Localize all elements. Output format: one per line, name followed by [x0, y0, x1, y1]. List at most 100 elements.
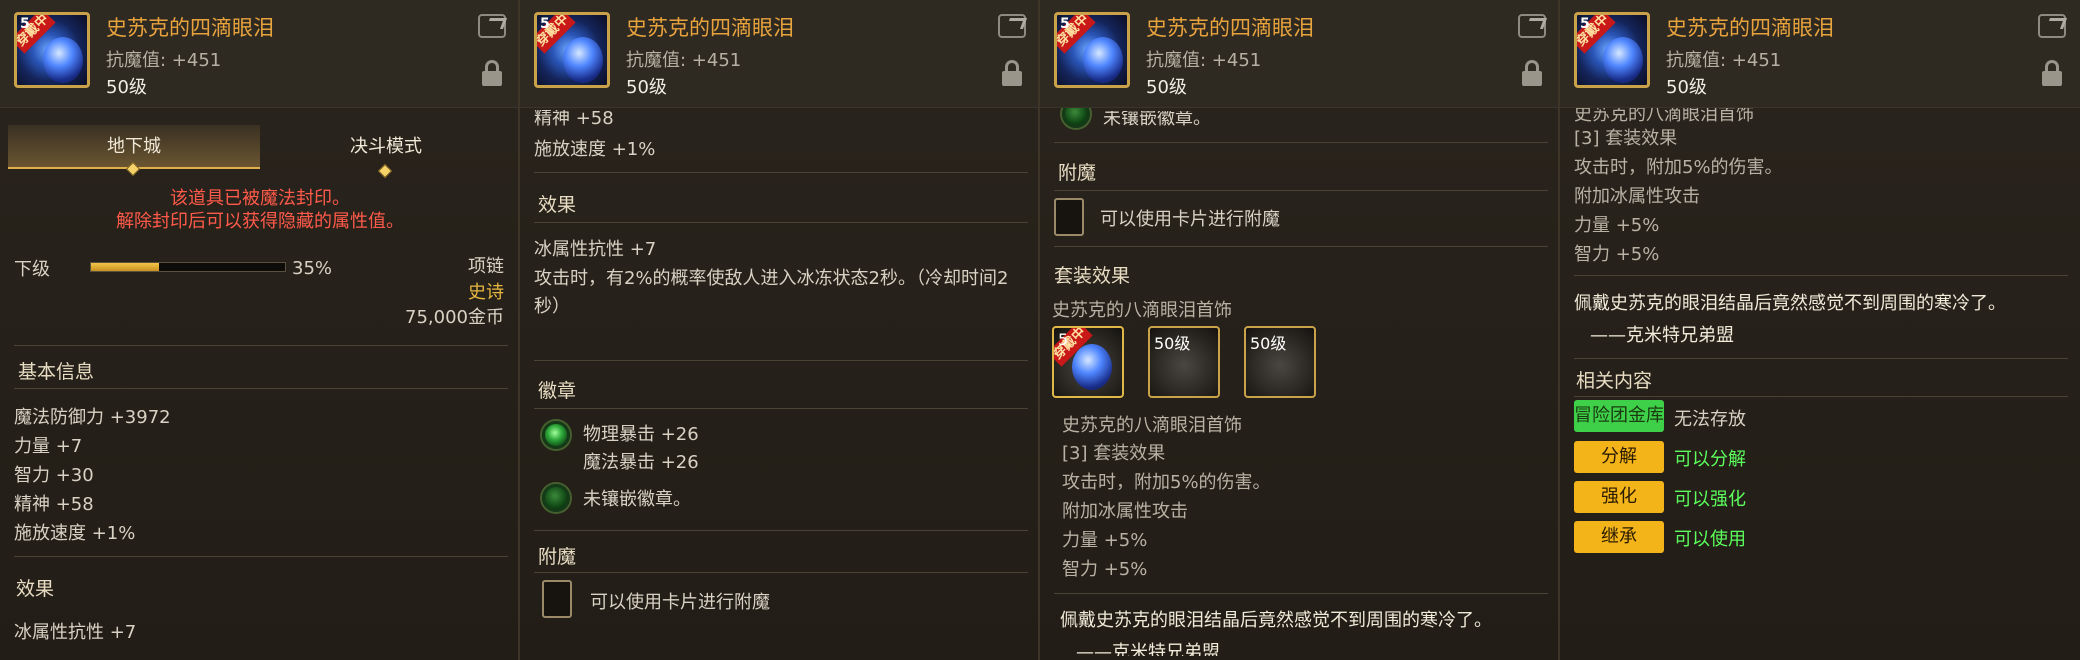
share-icon[interactable] [2038, 14, 2066, 38]
set-item-level: 50级 [1154, 334, 1191, 353]
item-level: 50级 [626, 77, 667, 98]
set-item-slot[interactable]: 50级 [1244, 326, 1316, 398]
set-bonus-line: 力量 +5% [1062, 530, 1148, 551]
item-header: 穿戴中 5 史苏克的四滴眼泪 抗魔值: +451 50级 [520, 0, 1038, 108]
tab-duel-marker [377, 163, 393, 179]
item-resist: 抗魔值: +451 [106, 50, 222, 71]
divider [14, 556, 508, 557]
lock-icon[interactable] [1522, 60, 1542, 86]
item-header: 穿戴中 5 史苏克的四滴眼泪 抗魔值: +451 50级 [1560, 0, 2080, 108]
grade-percent: 35% [292, 258, 333, 279]
item-slot: 项链 [468, 256, 504, 277]
enchant-text: 可以使用卡片进行附魔 [590, 592, 770, 613]
related-title: 相关内容 [1576, 370, 1653, 392]
item-level: 50级 [1146, 77, 1187, 98]
card-slot-icon[interactable] [1054, 198, 1084, 236]
gem-icon [43, 37, 83, 83]
item-icon: 穿戴中 5 [14, 12, 90, 88]
tab-dungeon-label: 地下城 [107, 136, 161, 157]
set-bonus-line: 智力 +5% [1574, 244, 1660, 265]
effect-line: 冰属性抗性 +7 [534, 239, 657, 260]
effect-title: 效果 [16, 578, 55, 600]
grade-bar [90, 262, 286, 272]
share-icon[interactable] [478, 14, 506, 38]
share-icon[interactable] [998, 14, 1026, 38]
adventure-vault-button[interactable]: 冒险团金库 [1574, 400, 1664, 432]
share-icon[interactable] [1518, 14, 1546, 38]
item-header: 穿戴中 5 史苏克的四滴眼泪 抗魔值: +451 50级 [0, 0, 518, 108]
grade-label: 下级 [14, 259, 50, 280]
item-header: 穿戴中 5 史苏克的四滴眼泪 抗魔值: +451 50级 [1040, 0, 1558, 108]
inherit-button[interactable]: 继承 [1574, 521, 1664, 553]
divider [1054, 142, 1548, 143]
stat-line: 力量 +7 [14, 436, 83, 457]
item-name: 史苏克的四滴眼泪 [1146, 16, 1314, 40]
card-slot-icon[interactable] [542, 580, 572, 618]
set-item-level: 50级 [1250, 334, 1287, 353]
gem-icon [1072, 344, 1112, 390]
enhance-button[interactable]: 强化 [1574, 481, 1664, 513]
divider [1054, 190, 1548, 191]
gem-icon [1603, 37, 1643, 83]
divider [534, 572, 1028, 573]
level-mark: 5 [540, 16, 550, 32]
set-item-slot[interactable]: 穿戴中 5 [1052, 326, 1124, 398]
set-bonus-line: 智力 +5% [1062, 559, 1148, 580]
mode-tabs: 地下城 决斗模式 [8, 125, 512, 179]
item-name: 史苏克的四滴眼泪 [106, 16, 274, 40]
divider [534, 408, 1028, 409]
set-item-slot[interactable]: 50级 [1148, 326, 1220, 398]
tab-duel[interactable]: 决斗模式 [260, 125, 512, 179]
item-resist: 抗魔值: +451 [1666, 50, 1782, 71]
divider [1574, 358, 2068, 359]
set-bonus-title: [3] 套装效果 [1574, 128, 1678, 149]
tooltip-panel-3: 未镶嵌徽章。 穿戴中 5 史苏克的四滴眼泪 抗魔值: +451 50级 附魔 可… [1040, 0, 1560, 660]
empty-emblem-icon [542, 484, 570, 512]
disassemble-button[interactable]: 分解 [1574, 441, 1664, 473]
emblem-icon [542, 421, 570, 449]
item-icon: 穿戴中 5 [1574, 12, 1650, 88]
tooltip-strip: 穿戴中 5 史苏克的四滴眼泪 抗魔值: +451 50级 地下城 决斗模式 该道… [0, 0, 2080, 660]
divider [1574, 396, 2068, 397]
enchant-title: 附魔 [538, 546, 577, 568]
emblem-title: 徽章 [538, 380, 577, 402]
lock-icon[interactable] [2042, 60, 2062, 86]
flavor-text: 佩戴史苏克的眼泪结晶后竟然感觉不到周围的寒冷了。 [1060, 610, 1492, 631]
item-price: 75,000金币 [405, 307, 504, 328]
item-name: 史苏克的四滴眼泪 [1666, 16, 1834, 40]
emblem-empty-text: 未镶嵌徽章。 [583, 489, 691, 510]
divider [1574, 275, 2068, 276]
divider [1054, 246, 1548, 247]
flavor-author: ——克米特兄弟盟 [1590, 325, 1734, 346]
basic-info-title: 基本信息 [18, 361, 95, 383]
stat-line: 施放速度 +1% [534, 139, 656, 160]
seal-line-2: 解除封印后可以获得隐藏的属性值。 [116, 211, 404, 232]
lock-icon[interactable] [482, 60, 502, 86]
stat-line: 施放速度 +1% [14, 523, 136, 544]
lock-icon[interactable] [1002, 60, 1022, 86]
inherit-status: 可以使用 [1674, 529, 1746, 550]
gem-icon [563, 37, 603, 83]
level-mark: 5 [20, 16, 30, 32]
stat-line: 智力 +30 [14, 465, 94, 486]
set-bonus-line: 攻击时，附加5%的伤害。 [1574, 157, 1783, 178]
set-name: 史苏克的八滴眼泪首饰 [1062, 415, 1242, 436]
set-name: 史苏克的八滴眼泪首饰 [1052, 300, 1232, 321]
level-mark: 5 [1060, 16, 1070, 32]
set-bonus-line: 附加冰属性攻击 [1574, 186, 1700, 207]
effect-line: 冰属性抗性 +7 [14, 622, 137, 643]
tooltip-panel-4: 史苏克的八滴眼泪首饰 穿戴中 5 史苏克的四滴眼泪 抗魔值: +451 50级 … [1560, 0, 2080, 660]
set-bonus-line: 力量 +5% [1574, 215, 1660, 236]
set-item-level: 5 [1058, 330, 1069, 349]
flavor-author-cut: ——克米特兄弟盟 [1076, 642, 1220, 660]
item-name: 史苏克的四滴眼泪 [626, 16, 794, 40]
stat-line: 精神 +58 [14, 494, 94, 515]
divider [534, 222, 1028, 223]
disassemble-status: 可以分解 [1674, 449, 1746, 470]
divider [14, 388, 508, 389]
enhance-status: 可以强化 [1674, 489, 1746, 510]
divider [534, 360, 1028, 361]
tab-dungeon[interactable]: 地下城 [8, 125, 260, 177]
item-level: 50级 [1666, 77, 1707, 98]
set-bonus-line: 附加冰属性攻击 [1062, 501, 1188, 522]
